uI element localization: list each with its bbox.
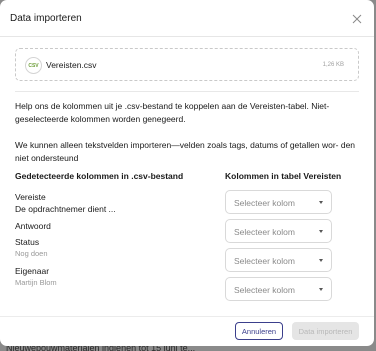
select-placeholder: Selecteer kolom (234, 227, 295, 237)
dialog-title: Data importeren (10, 13, 82, 24)
column-name: Antwoord (15, 221, 51, 231)
detected-columns-header: Gedetecteerde kolommen in .csv-bestand (15, 171, 184, 181)
column-select[interactable]: Selecteer kolom (225, 277, 332, 301)
select-placeholder: Selecteer kolom (234, 285, 295, 295)
file-name: Vereisten.csv (46, 60, 97, 70)
column-select[interactable]: Selecteer kolom (225, 219, 332, 243)
chevron-down-icon (319, 230, 323, 233)
csv-file-icon: CSV (25, 57, 42, 74)
column-select[interactable]: Selecteer kolom (225, 190, 332, 214)
column-name: Status (15, 237, 40, 247)
select-placeholder: Selecteer kolom (234, 198, 295, 208)
divider (15, 91, 359, 92)
column-name: Vereiste (15, 192, 46, 202)
select-placeholder: Selecteer kolom (234, 256, 295, 266)
column-sample: Nog doen (15, 249, 48, 258)
column-sample: De opdrachtnemer dient ... (15, 204, 116, 214)
file-size: 1,26 KB (322, 62, 344, 68)
table-columns-header: Kolommen in tabel Vereisten (225, 171, 342, 181)
column-select[interactable]: Selecteer kolom (225, 248, 332, 272)
import-button[interactable]: Data importeren (292, 322, 359, 340)
cancel-button[interactable]: Annuleren (235, 322, 283, 340)
chevron-down-icon (319, 288, 323, 291)
chevron-down-icon (319, 259, 323, 262)
import-dialog: Data importeren CSV Vereisten.csv 1,26 K… (0, 0, 374, 346)
column-sample: Martijn Blom (15, 278, 57, 287)
dialog-header: Data importeren (0, 0, 374, 37)
help-text: Help ons de kolommen uit je .csv-bestand… (15, 101, 330, 124)
chevron-down-icon (319, 201, 323, 204)
warning-text: We kunnen alleen tekstvelden importeren—… (15, 140, 356, 163)
dialog-footer: Annuleren Data importeren (0, 316, 374, 346)
column-name: Eigenaar (15, 266, 50, 276)
file-card: CSV Vereisten.csv 1,26 KB (15, 48, 359, 81)
close-icon[interactable] (351, 12, 363, 24)
